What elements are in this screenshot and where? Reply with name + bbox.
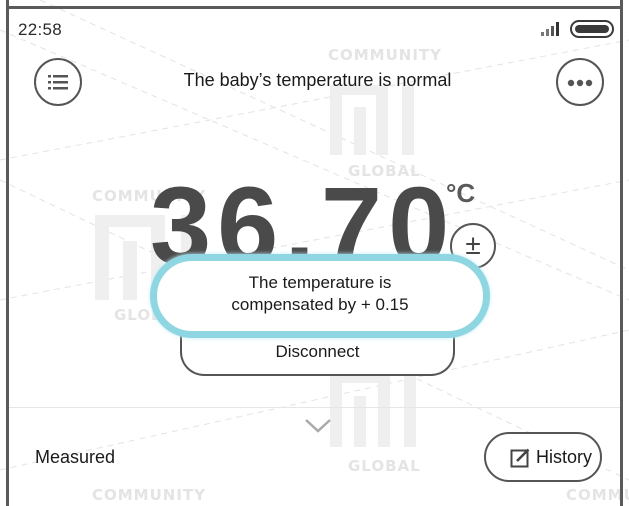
battery-icon — [570, 20, 614, 38]
more-button[interactable] — [556, 58, 604, 106]
frame-border — [6, 0, 9, 506]
divider — [9, 407, 620, 408]
temperature-unit: °C — [446, 178, 476, 208]
toast-line: compensated by + 0.15 — [231, 295, 409, 314]
signal-icon — [541, 22, 559, 36]
toast-message: The temperature is compensated by + 0.15 — [157, 272, 483, 316]
frame-border — [6, 6, 623, 9]
edit-icon — [510, 448, 530, 468]
compensation-toast: The temperature is compensated by + 0.15 — [150, 254, 490, 338]
more-icon — [567, 79, 593, 87]
menu-button[interactable] — [34, 58, 82, 106]
disconnect-label: Disconnect — [275, 342, 360, 361]
history-button[interactable]: History — [484, 432, 602, 482]
menu-icon — [48, 75, 68, 90]
status-time: 22:58 — [18, 20, 63, 39]
chevron-down-icon[interactable] — [303, 417, 333, 435]
toast-line: The temperature is — [248, 273, 392, 292]
frame-border — [620, 0, 623, 506]
app-screen: COMMUNITY GLOBAL COMMUNITY GLOBAL COMMUN… — [0, 0, 629, 506]
measured-label: Measured — [35, 447, 116, 467]
plus-minus-icon: ± — [465, 229, 481, 260]
history-label: History — [536, 447, 593, 467]
page-title: The baby’s temperature is normal — [183, 70, 452, 90]
